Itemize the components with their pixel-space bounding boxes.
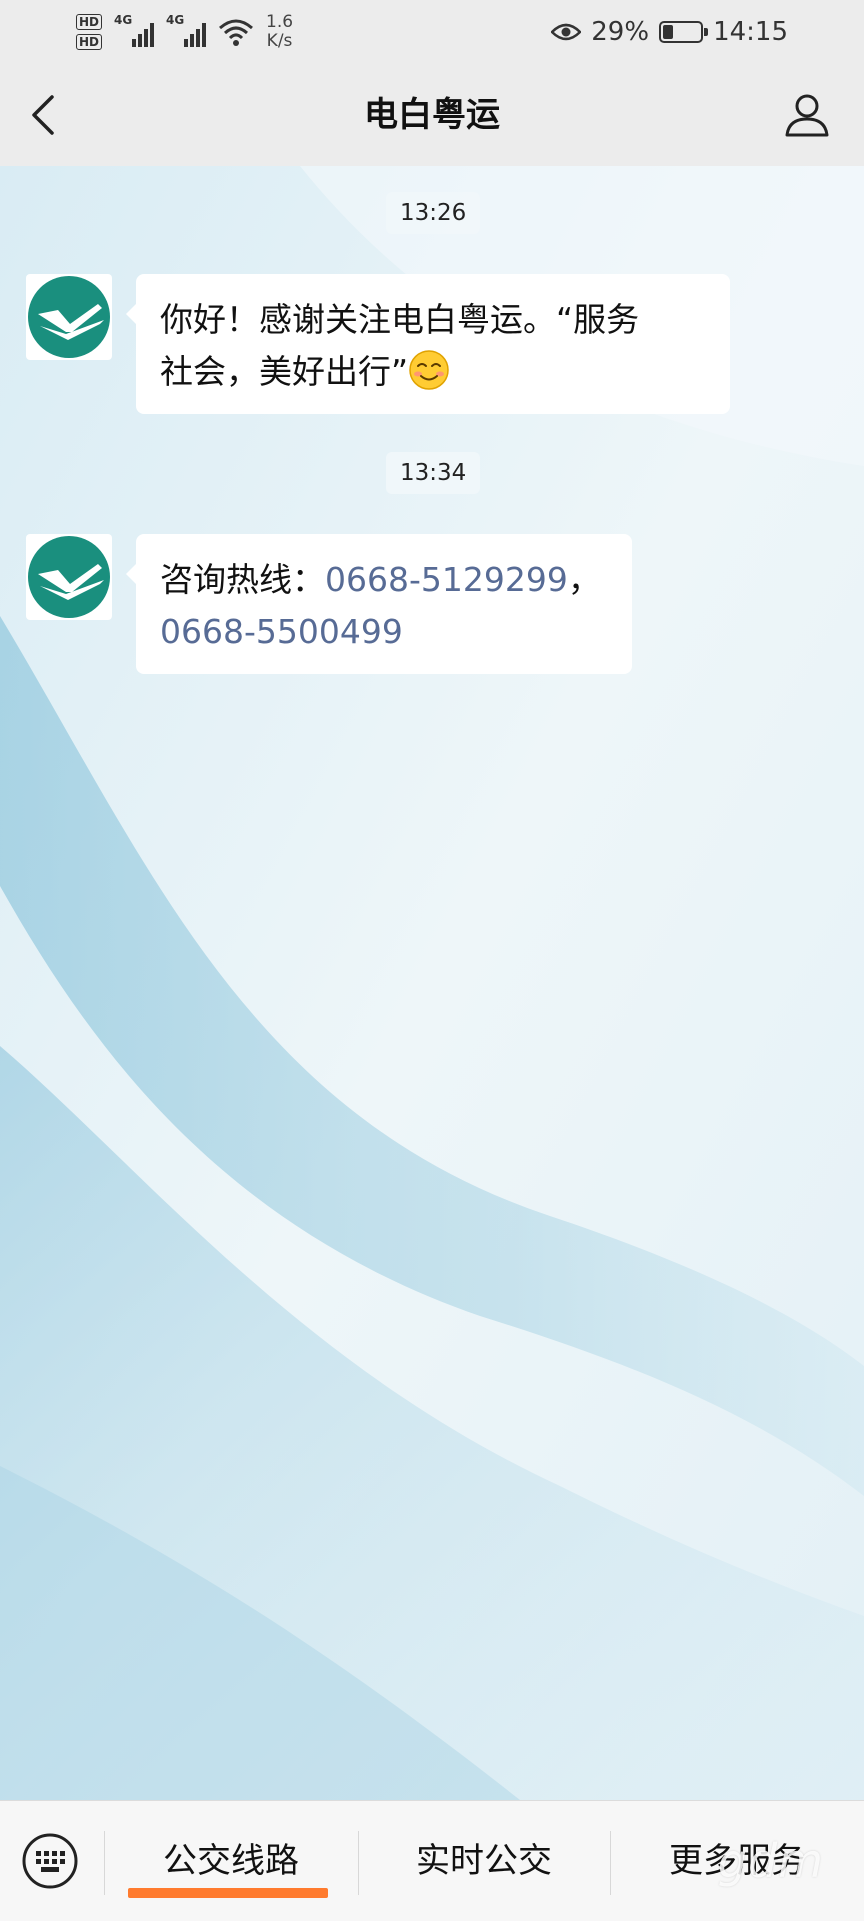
phone-link-1[interactable]: 0668-5129299 bbox=[325, 560, 568, 599]
keyboard-toggle-button[interactable] bbox=[20, 1831, 80, 1891]
nav-bar: 电白粤运 bbox=[0, 64, 864, 166]
person-icon bbox=[785, 94, 829, 137]
battery-icon bbox=[659, 21, 709, 43]
smiling-face-icon bbox=[409, 350, 449, 390]
signal-1-label: 4G bbox=[114, 13, 133, 27]
active-menu-indicator bbox=[128, 1888, 328, 1898]
message-2-line-1: 咨询热线：0668-5129299， bbox=[160, 554, 608, 606]
hd-indicators: HD HD bbox=[76, 14, 103, 50]
message-1-line-1: 你好！感谢关注电白粤运。“服务 bbox=[160, 300, 640, 339]
keyboard-icon bbox=[22, 1833, 78, 1889]
watermark: gdm bbox=[717, 1834, 824, 1888]
wifi-icon bbox=[219, 19, 254, 46]
avatar[interactable] bbox=[26, 274, 112, 360]
message-bubble-1[interactable]: 你好！感谢关注电白粤运。“服务 社会，美好出行” bbox=[126, 274, 730, 414]
signal-2-label: 4G bbox=[166, 13, 185, 27]
message-1-line-2-text: 社会，美好出行” bbox=[160, 352, 409, 391]
timestamp-1: 13:26 bbox=[386, 192, 481, 234]
hd2-badge: HD bbox=[76, 34, 103, 50]
network-speed-value: 1.6 bbox=[266, 12, 294, 32]
status-right: 29% 14:15 bbox=[551, 12, 788, 52]
battery-fill bbox=[663, 25, 674, 39]
menu-item-realtime-bus[interactable]: 实时公交 bbox=[358, 1821, 610, 1901]
battery-percent: 29% bbox=[591, 17, 650, 47]
signal-2-icon: 4G bbox=[166, 13, 207, 47]
eye-icon bbox=[551, 23, 582, 41]
status-bar: HD HD 4G 4G 1.6 K/s 29% 14:15 bbox=[0, 0, 864, 64]
clock: 14:15 bbox=[713, 17, 788, 47]
profile-button[interactable] bbox=[780, 88, 834, 142]
chat-area[interactable]: 13:26 你好！感谢关注电白粤运。“服务 社会，美好出行” 13:34 咨询热… bbox=[0, 166, 864, 1800]
message-bubble-2[interactable]: 咨询热线：0668-5129299， 0668-5500499 bbox=[126, 534, 632, 674]
phone-link-2[interactable]: 0668-5500499 bbox=[160, 612, 403, 651]
avatar[interactable] bbox=[26, 534, 112, 620]
network-speed: 1.6 K/s bbox=[266, 13, 293, 51]
hd1-badge: HD bbox=[76, 14, 103, 30]
hotline-label: 咨询热线： bbox=[160, 560, 325, 599]
yueyun-logo-icon bbox=[28, 276, 110, 358]
signal-1-icon: 4G bbox=[114, 13, 155, 47]
separator: ， bbox=[567, 560, 601, 599]
network-speed-unit: K/s bbox=[266, 31, 293, 51]
message-1-line-2: 社会，美好出行” bbox=[160, 346, 706, 398]
page-title: 电白粤运 bbox=[364, 95, 500, 135]
timestamp-2: 13:34 bbox=[386, 452, 481, 494]
status-left: HD HD 4G 4G 1.6 K/s bbox=[76, 8, 293, 56]
message-2-line-2: 0668-5500499 bbox=[160, 606, 608, 658]
yueyun-logo-icon bbox=[28, 536, 110, 618]
